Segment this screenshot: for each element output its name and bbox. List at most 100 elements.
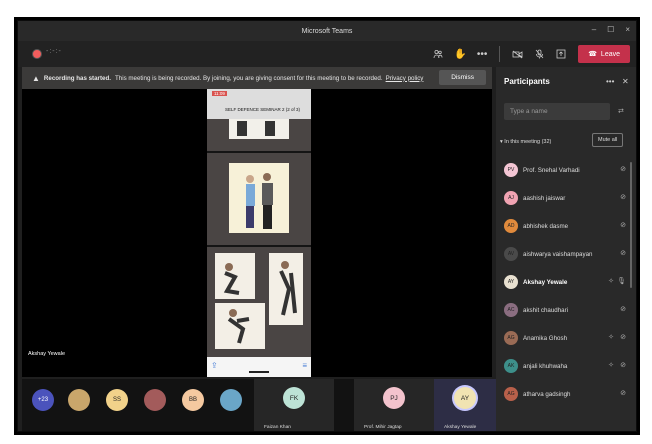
title-bar: Microsoft Teams – ☐ × — [18, 21, 636, 41]
raise-hand-icon[interactable]: ✋ — [449, 44, 471, 64]
section-label-text: In this meeting (32) — [504, 139, 552, 145]
avatar: PV — [504, 163, 518, 177]
leave-button[interactable]: ☎ Leave — [578, 45, 630, 63]
people-icon[interactable] — [427, 44, 449, 64]
participant-name: atharva gadsingh — [523, 391, 571, 398]
participant-name: Anamika Ghosh — [523, 335, 568, 342]
shared-phone-screen: 11:09 SELF DEFENCE SEMINAR 2 (2 of 3) ⇪ … — [207, 89, 311, 377]
participant-avatar[interactable]: BB — [182, 389, 204, 411]
tile-name: Faizan Khan — [264, 425, 291, 430]
mic-muted-icon[interactable]: 🎙 — [617, 277, 626, 285]
screenshot-frame: Microsoft Teams – ☐ × -:-:- ✋ ••• ☎ Leav… — [0, 0, 652, 444]
tile-name: Akshay Yewale — [444, 425, 477, 430]
mic-muted-icon[interactable]: ⊘ — [620, 333, 626, 341]
video-tile[interactable]: PJ Prof. Mihir Jagtap — [354, 379, 434, 431]
share-screen-icon[interactable] — [550, 44, 572, 64]
avatar: AC — [504, 303, 518, 317]
mic-off-icon[interactable] — [528, 44, 550, 64]
close-icon[interactable]: × — [625, 25, 630, 34]
mic-muted-icon[interactable]: ⊘ — [620, 389, 626, 397]
mic-muted-icon[interactable]: ⊘ — [620, 305, 626, 313]
panel-more-icon[interactable]: ••• — [606, 77, 614, 86]
overflow-count-badge[interactable]: +23 — [32, 389, 54, 411]
participant-name: anjali khuhwaha — [523, 363, 568, 370]
participant-row[interactable]: AC akshit chaudhari ⊘ — [496, 297, 636, 325]
participant-search-input[interactable]: Type a name — [504, 103, 610, 120]
meeting-toolbar: -:-:- ✋ ••• ☎ Leave — [18, 41, 636, 67]
more-icon[interactable]: ••• — [471, 44, 493, 64]
participant-name: Akshay Yewale — [523, 279, 568, 286]
mic-muted-icon[interactable]: ⊘ — [620, 249, 626, 257]
hang-up-icon: ☎ — [588, 51, 597, 58]
participant-row[interactable]: AG atharva gadsingh ⊘ — [496, 381, 636, 409]
dismiss-button[interactable]: Dismiss — [439, 70, 486, 85]
slide-image-3 — [207, 247, 311, 357]
participant-avatar[interactable] — [144, 389, 166, 411]
participant-row[interactable]: PV Prof. Snehal Varhadi ⊘ — [496, 157, 636, 185]
participant-name: abhishek dasme — [523, 223, 569, 230]
participant-avatar[interactable] — [68, 389, 90, 411]
meeting-section-label[interactable]: ▾ In this meeting (32) — [500, 139, 551, 145]
window-title: Microsoft Teams — [301, 27, 353, 35]
slide-image-2 — [207, 153, 311, 245]
slide-image-1 — [207, 119, 311, 151]
participant-row[interactable]: AK anjali khuhwaha ✧ ⊘ — [496, 353, 636, 381]
privacy-policy-link[interactable]: Privacy policy — [386, 75, 424, 82]
panel-scrollbar[interactable] — [630, 162, 632, 288]
participant-row[interactable]: AV aishwarya vaishampayan ⊘ — [496, 241, 636, 269]
phone-doc-title: SELF DEFENCE SEMINAR 2 (2 of 3) — [225, 107, 301, 112]
recording-indicator-icon — [32, 49, 42, 59]
participant-avatar[interactable]: SS — [106, 389, 128, 411]
participant-strip: +23 SS BB FK Faizan Khan PJ Prof. Mihir Jagt… — [22, 379, 496, 431]
avatar: AG — [504, 387, 518, 401]
participant-name: aishwarya vaishampayan — [523, 251, 593, 258]
participant-name: aashish jaiswar — [523, 195, 566, 202]
mic-muted-icon[interactable]: ⊘ — [620, 193, 626, 201]
participant-row[interactable]: AY Akshay Yewale ✧ 🎙 — [496, 269, 636, 297]
participants-title: Participants — [504, 77, 550, 86]
mic-muted-icon[interactable]: ⊘ — [620, 221, 626, 229]
window-controls: – ☐ × — [592, 25, 630, 34]
toolbar-divider — [499, 46, 501, 62]
participant-avatar[interactable] — [220, 389, 242, 411]
recording-banner: ▲ Recording has started. This meeting is… — [22, 67, 492, 89]
avatar: AD — [504, 219, 518, 233]
recording-time: -:-:- — [46, 48, 62, 55]
pin-icon[interactable]: ✧ — [608, 333, 614, 341]
avatar: AK — [504, 359, 518, 373]
window-inner: Microsoft Teams – ☐ × -:-:- ✋ ••• ☎ Leav… — [18, 21, 636, 431]
tile-avatar: PJ — [383, 387, 405, 409]
tile-avatar: FK — [283, 387, 305, 409]
home-indicator — [249, 371, 269, 373]
shared-screen-stage: 11:09 SELF DEFENCE SEMINAR 2 (2 of 3) ⇪ … — [22, 89, 492, 377]
camera-off-icon[interactable] — [506, 44, 528, 64]
mute-all-button[interactable]: Mute all — [592, 133, 624, 147]
panel-close-icon[interactable]: ✕ — [622, 77, 629, 86]
presenter-name-tag: Akshay Yewale — [28, 351, 65, 357]
mic-muted-icon[interactable]: ⊘ — [620, 165, 626, 173]
pin-icon[interactable]: ✧ — [608, 277, 614, 285]
participant-row[interactable]: AG Anamika Ghosh ✧ ⊘ — [496, 325, 636, 353]
phone-time: 11:09 — [212, 91, 227, 96]
avatar: AY — [504, 275, 518, 289]
banner-message: This meeting is being recorded. By joini… — [114, 74, 383, 82]
mic-muted-icon[interactable]: ⊘ — [620, 361, 626, 369]
participant-row[interactable]: AD abhishek dasme ⊘ — [496, 213, 636, 241]
avatar: AJ — [504, 191, 518, 205]
toolbar-actions: ✋ ••• ☎ Leave — [427, 41, 636, 67]
maximize-icon[interactable]: ☐ — [607, 25, 614, 34]
video-tile[interactable]: FK Faizan Khan — [254, 379, 334, 431]
video-tile[interactable]: AY Akshay Yewale — [434, 379, 496, 431]
tile-avatar: AY — [454, 387, 476, 409]
avatar: AV — [504, 247, 518, 261]
pin-icon[interactable]: ✧ — [608, 361, 614, 369]
participant-row[interactable]: AJ aashish jaiswar ⊘ — [496, 185, 636, 213]
participants-panel: Participants ••• ✕ Type a name ⇄ ▾ In th… — [496, 67, 636, 431]
share-invite-icon[interactable]: ⇄ — [618, 107, 624, 115]
minimize-icon[interactable]: – — [592, 25, 596, 34]
phone-share-icon: ⇪ — [211, 361, 218, 370]
phone-bottom-bar: ⇪ ≡ — [207, 357, 311, 377]
warning-icon: ▲ — [32, 73, 40, 83]
avatar: AG — [504, 331, 518, 345]
leave-label: Leave — [600, 50, 620, 58]
